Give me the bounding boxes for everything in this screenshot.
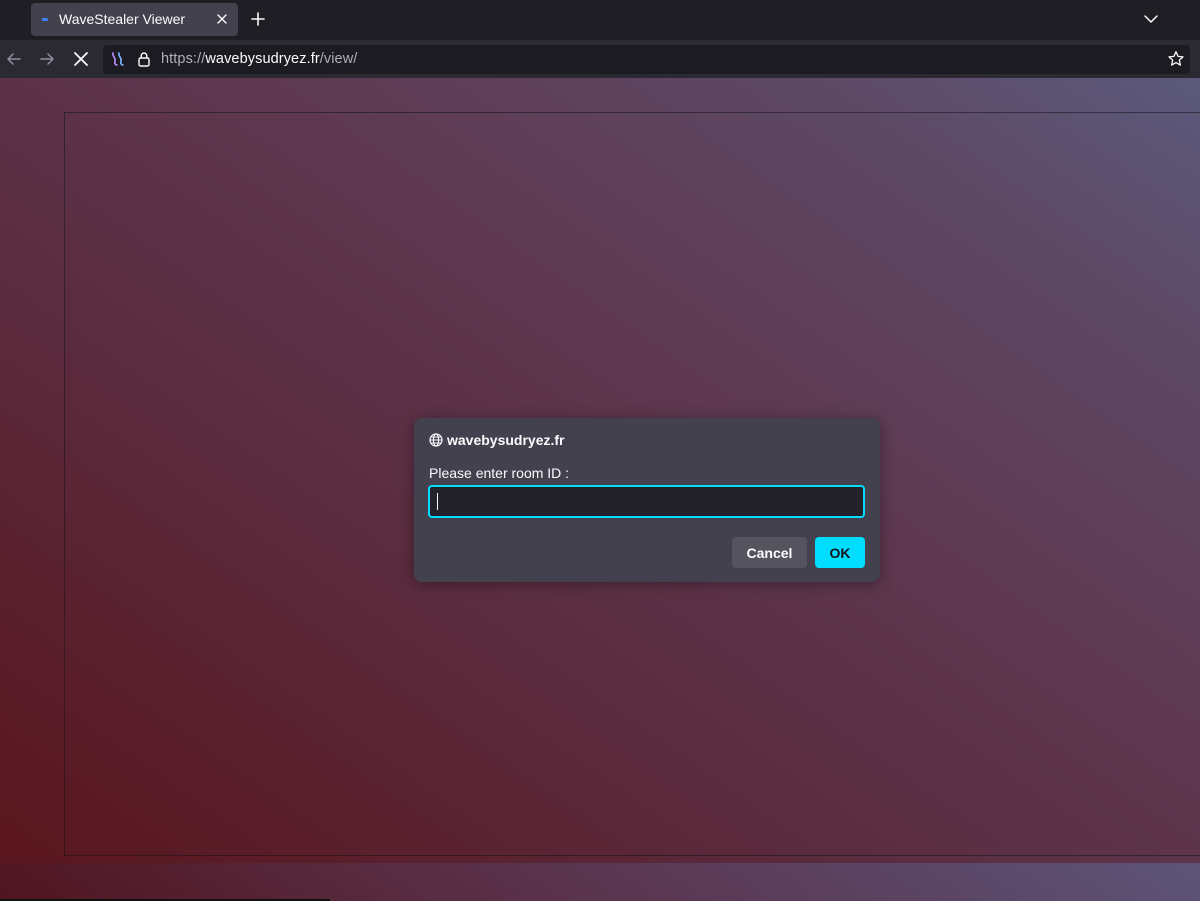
prompt-dialog: wavebysudryez.fr Please enter room ID : …: [414, 418, 880, 582]
url-text: https://wavebysudryez.fr/view/: [161, 51, 357, 67]
text-caret: [437, 493, 438, 510]
close-icon[interactable]: [72, 50, 90, 68]
navigation-bar: https://wavebysudryez.fr/view/: [0, 40, 1200, 78]
extension-icon[interactable]: [110, 51, 126, 67]
address-bar[interactable]: https://wavebysudryez.fr/view/: [103, 45, 1190, 74]
cancel-button[interactable]: Cancel: [732, 537, 807, 568]
url-host: wavebysudryez.fr: [205, 51, 320, 67]
dialog-origin: wavebysudryez.fr: [447, 432, 565, 448]
arrow-left-icon[interactable]: [5, 50, 23, 68]
tab-title: WaveStealer Viewer: [59, 11, 186, 27]
dialog-message: Please enter room ID :: [429, 465, 570, 481]
tab-favicon-icon: [42, 18, 48, 21]
browser-tab[interactable]: WaveStealer Viewer: [31, 3, 238, 36]
globe-icon: [429, 433, 443, 447]
plus-icon[interactable]: [248, 9, 268, 29]
footer-band: [0, 863, 1200, 901]
lock-icon[interactable]: [137, 51, 151, 67]
ok-button[interactable]: OK: [815, 537, 865, 568]
star-icon[interactable]: [1167, 50, 1185, 68]
close-icon[interactable]: [214, 11, 230, 27]
chevron-down-icon[interactable]: [1142, 10, 1160, 28]
room-id-input[interactable]: [428, 485, 865, 518]
arrow-right-icon[interactable]: [38, 50, 56, 68]
tab-strip: WaveStealer Viewer: [0, 0, 1200, 40]
url-path: /view/: [319, 51, 358, 67]
url-scheme: https://: [161, 51, 206, 67]
